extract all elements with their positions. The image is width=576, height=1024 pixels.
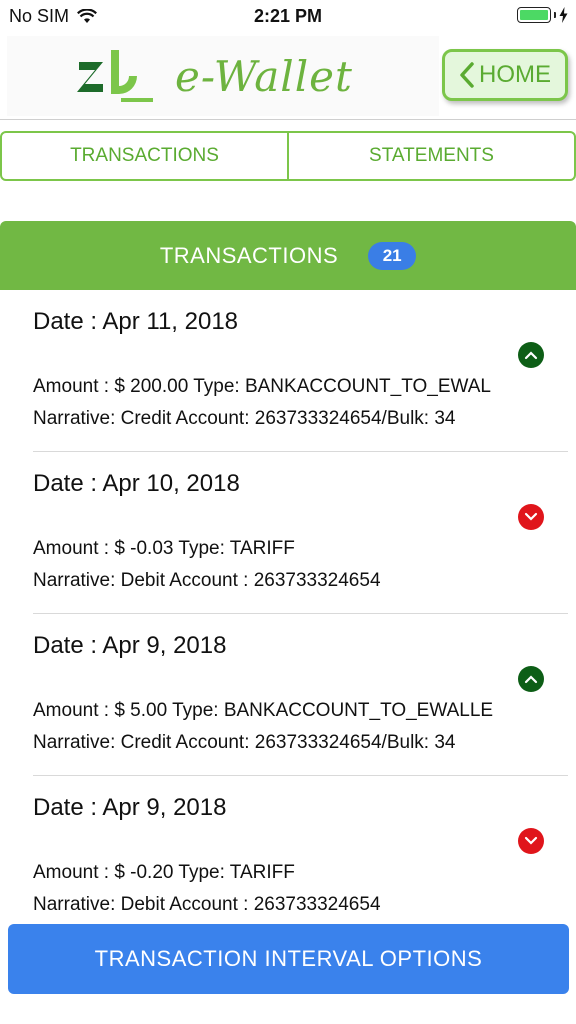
transaction-date: Date : Apr 9, 2018 bbox=[33, 794, 227, 821]
transaction-narrative: Narrative: Credit Account: 263733324654/… bbox=[33, 732, 456, 753]
app-header: e-Wallet HOME bbox=[0, 36, 576, 118]
debit-arrow-down-icon bbox=[518, 828, 544, 854]
status-right bbox=[517, 7, 568, 23]
battery-icon bbox=[517, 7, 551, 23]
transaction-amount: Amount : $ -0.03 Type: TARIFF bbox=[33, 538, 295, 559]
transaction-amount: Amount : $ -0.20 Type: TARIFF bbox=[33, 862, 295, 883]
home-button[interactable]: HOME bbox=[442, 49, 568, 101]
logo-text: e-Wallet bbox=[175, 51, 353, 101]
transaction-narrative: Narrative: Debit Account : 263733324654 bbox=[33, 894, 381, 915]
logo: e-Wallet bbox=[7, 36, 439, 116]
transaction-amount: Amount : $ 5.00 Type: BANKACCOUNT_TO_EWA… bbox=[33, 700, 494, 721]
tab-transactions[interactable]: TRANSACTIONS bbox=[2, 133, 287, 179]
credit-arrow-up-icon bbox=[518, 342, 544, 368]
transaction-date: Date : Apr 10, 2018 bbox=[33, 470, 240, 497]
zb-logo-icon bbox=[77, 50, 153, 102]
tab-statements[interactable]: STATEMENTS bbox=[287, 133, 574, 179]
transactions-list[interactable]: Date : Apr 11, 2018 Amount : $ 200.00 Ty… bbox=[33, 290, 568, 920]
transaction-interval-options-button[interactable]: TRANSACTION INTERVAL OPTIONS bbox=[8, 924, 569, 994]
transactions-count-badge: 21 bbox=[368, 241, 417, 270]
transaction-item[interactable]: Date : Apr 9, 2018 Amount : $ -0.20 Type… bbox=[33, 776, 568, 920]
status-time: 2:21 PM bbox=[253, 6, 323, 26]
transaction-date: Date : Apr 9, 2018 bbox=[33, 632, 227, 659]
debit-arrow-down-icon bbox=[518, 504, 544, 530]
chevron-left-icon bbox=[460, 62, 474, 88]
transaction-item[interactable]: Date : Apr 10, 2018 Amount : $ -0.03 Typ… bbox=[33, 452, 568, 614]
transaction-item[interactable]: Date : Apr 9, 2018 Amount : $ 5.00 Type:… bbox=[33, 614, 568, 776]
transaction-item[interactable]: Date : Apr 11, 2018 Amount : $ 200.00 Ty… bbox=[33, 290, 568, 452]
transaction-date: Date : Apr 11, 2018 bbox=[33, 308, 239, 335]
header-divider bbox=[0, 119, 576, 120]
credit-arrow-up-icon bbox=[518, 666, 544, 692]
segmented-tabs: TRANSACTIONS STATEMENTS bbox=[0, 131, 576, 181]
status-bar: No SIM 2:21 PM bbox=[0, 0, 576, 32]
charging-icon bbox=[559, 7, 568, 23]
transaction-narrative: Narrative: Debit Account : 263733324654 bbox=[33, 570, 381, 591]
home-button-label: HOME bbox=[479, 61, 551, 88]
transactions-header: TRANSACTIONS 21 bbox=[0, 221, 576, 290]
battery-tip bbox=[554, 12, 556, 18]
transactions-title: TRANSACTIONS bbox=[159, 242, 339, 268]
transaction-amount: Amount : $ 200.00 Type: BANKACCOUNT_TO_E… bbox=[33, 376, 491, 397]
transaction-narrative: Narrative: Credit Account: 263733324654/… bbox=[33, 408, 456, 429]
